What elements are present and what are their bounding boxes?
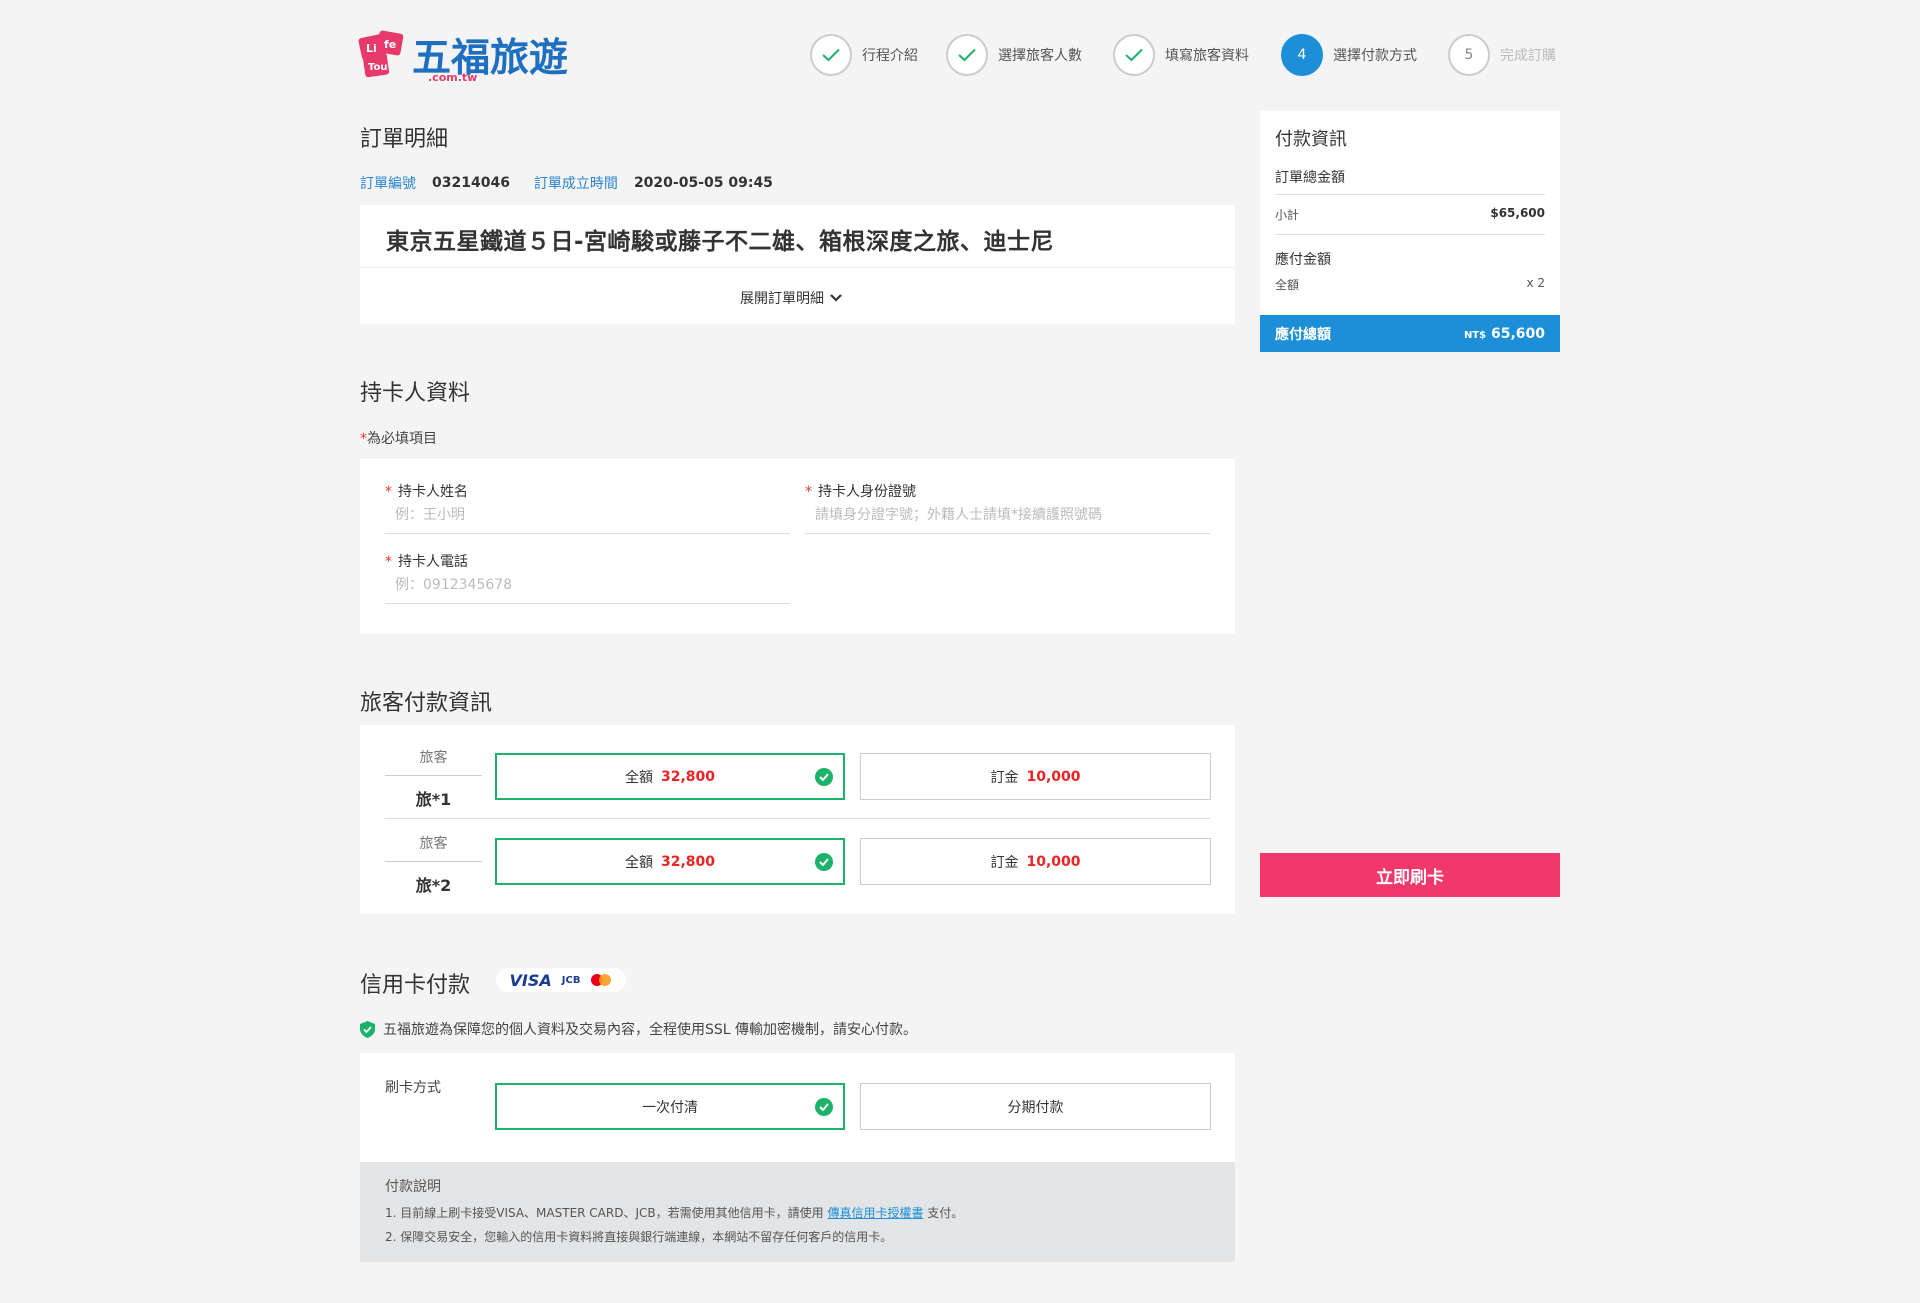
check-circle-icon [815,1097,833,1116]
order-heading: 訂單明細 [360,127,449,152]
traveler-name: 旅*1 [415,790,452,809]
order-created-label: 訂單成立時間 [533,176,618,192]
pay-now-button[interactable]: 立即刷卡 [1260,853,1560,897]
installment-option[interactable]: 分期付款 [860,1083,1211,1130]
fax-authorization-link[interactable]: 傳真信用卡授權書 [827,1206,923,1220]
cardholder-phone-field: * 持卡人電話 [385,551,790,604]
order-number: 03214046 [432,175,510,191]
cardholder-name-field: * 持卡人姓名 [385,481,790,534]
divider [360,267,1235,268]
divider [385,775,482,776]
field-label: * 持卡人身份證號 [805,484,916,500]
check-circle-icon [815,767,833,786]
mastercard-icon [591,974,612,986]
grand-total: 應付總額 NT$ 65,600 [1260,315,1560,352]
full-payment-option[interactable]: 全額 32,800 [495,838,845,885]
field-label: * 持卡人姓名 [385,484,468,500]
deposit-option[interactable]: 訂金 10,000 [860,753,1211,800]
step-label: 完成訂購 [1500,48,1556,64]
required-note: *為必填項目 [360,431,437,447]
summary-title: 付款資訊 [1275,129,1347,150]
step-label: 選擇付款方式 [1333,48,1417,64]
full-payment-option[interactable]: 全額 32,800 [495,753,845,800]
tour-title: 東京五星鐵道５日-宮崎駿或藤子不二雄、箱根深度之旅、迪士尼 [386,229,1055,255]
traveler-label: 旅客 [419,750,448,766]
traveler-1: 旅客 旅*1 [385,747,482,810]
svg-text:fe: fe [384,38,396,51]
traveler-label: 旅客 [419,836,448,852]
step-2: 選擇旅客人數 [946,33,1082,77]
shield-check-icon [360,1020,375,1038]
check-icon [810,34,852,76]
step-5: 5 完成訂購 [1448,33,1556,77]
cardholder-card: *持卡人姓名 *持卡人身份證號 *持卡人電話 [360,459,1235,634]
step-label: 選擇旅客人數 [998,48,1082,64]
check-circle-icon [815,852,833,871]
check-icon [1113,34,1155,76]
deposit-option[interactable]: 訂金 10,000 [860,838,1211,885]
expand-order-button[interactable]: 展開訂單明細 [740,288,842,308]
traveler-payment-heading: 旅客付款資訊 [360,691,493,716]
divider [1275,194,1545,195]
payable-heading: 應付金額 [1275,252,1331,268]
card-method-card: 刷卡方式 一次付清 分期付款 [360,1053,1235,1162]
brand-domain: .com.tw [428,71,478,84]
check-icon [946,34,988,76]
divider [1275,234,1545,235]
cardholder-id-input[interactable] [805,501,1210,534]
jcb-logo: JCB [561,974,581,986]
step-label: 填寫旅客資料 [1165,48,1249,64]
visa-logo: VISA [509,970,552,990]
note-line-2: 2. 保障交易安全，您輸入的信用卡資料將直接與銀行端連線，本網站不留存任何客戶的… [385,1230,893,1244]
full-row: 全額 x 2 [1275,276,1545,292]
order-card: 東京五星鐵道５日-宮崎駿或藤子不二雄、箱根深度之旅、迪士尼 展開訂單明細 [360,205,1235,324]
notes-title: 付款說明 [385,1179,441,1195]
field-label: * 持卡人電話 [385,554,468,570]
traveler-2: 旅客 旅*2 [385,833,482,896]
divider [385,861,482,862]
svg-text:Li: Li [366,42,377,55]
divider [385,818,1210,819]
total-heading: 訂單總金額 [1275,170,1345,186]
traveler-payment-card: 旅客 旅*1 全額 32,800 訂金 10,000 旅客 旅*2 全額 32,800… [360,725,1235,914]
svg-text:Tou: Tou [368,62,387,73]
traveler-name: 旅*2 [415,876,452,895]
step-number: 5 [1448,34,1490,76]
order-meta: 訂單編號 03214046 訂單成立時間 2020-05-05 09:45 [360,173,773,193]
step-4: 4 選擇付款方式 [1281,33,1417,77]
order-created: 2020-05-05 09:45 [633,175,773,191]
expand-label: 展開訂單明細 [740,291,824,307]
note-line-1: 1. 目前線上刷卡接受VISA、MASTER CARD、JCB，若需使用其他信用… [385,1206,964,1220]
step-1: 行程介紹 [810,33,918,77]
card-brand-logos: VISA JCB [496,968,626,992]
cardholder-name-input[interactable] [385,501,790,534]
pay-once-option[interactable]: 一次付清 [495,1083,845,1130]
step-3: 填寫旅客資料 [1113,33,1249,77]
cardholder-heading: 持卡人資料 [360,381,471,406]
brand-logo[interactable]: Li fe Tou 五福旅遊 .com.tw [358,27,568,85]
step-number: 4 [1281,34,1323,76]
order-number-label: 訂單編號 [360,176,416,192]
cardholder-phone-input[interactable] [385,571,790,604]
secure-note: 五福旅遊為保障您的個人資料及交易內容，全程使用SSL 傳輸加密機制，請安心付款。 [360,1019,917,1039]
subtotal-row: 小計 $65,600 [1275,206,1545,222]
credit-heading: 信用卡付款 [360,973,471,998]
method-label: 刷卡方式 [385,1080,441,1096]
payment-summary: 付款資訊 訂單總金額 小計 $65,600 應付金額 全額 x 2 應付總額 N… [1260,111,1560,352]
chevron-down-icon [830,294,842,302]
payment-notes: 付款說明 1. 目前線上刷卡接受VISA、MASTER CARD、JCB，若需使… [360,1162,1235,1262]
lifetour-badge-icon: Li fe Tou [358,30,404,78]
step-label: 行程介紹 [862,48,918,64]
cardholder-id-field: * 持卡人身份證號 [805,481,1210,534]
